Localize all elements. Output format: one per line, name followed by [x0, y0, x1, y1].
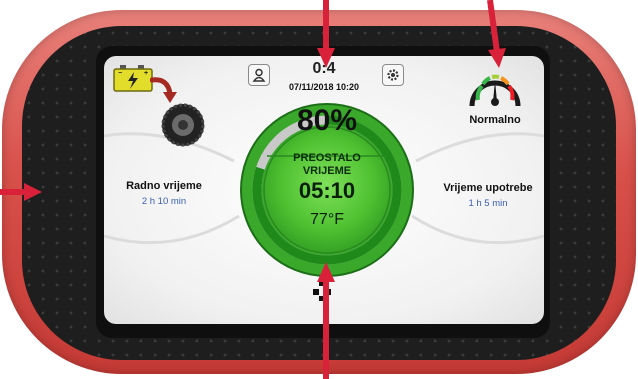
- battery-percent: 80%: [296, 104, 358, 137]
- remaining-time: 05:10: [298, 178, 356, 203]
- temperature-value: 77°F: [310, 211, 344, 228]
- callout-arrow-left: [0, 183, 42, 201]
- callout-arrow-clock: [317, 0, 335, 68]
- callout-arrow-bottom: [317, 262, 335, 379]
- speedometer-icon: [469, 74, 521, 107]
- usage-time-label: Vrijeme upotrebe: [443, 182, 533, 194]
- user-button[interactable]: [248, 64, 270, 86]
- speed-status: Normalno: [469, 114, 521, 126]
- tire-icon: [161, 103, 205, 147]
- usage-time-value: 1 h 5 min: [468, 198, 508, 209]
- date-time: 07/11/2018 10:20: [288, 82, 360, 92]
- callout-arrow-speed: [487, 0, 506, 68]
- working-time-value: 2 h 10 min: [141, 196, 187, 207]
- working-time-label: Radno vrijeme: [126, 180, 202, 192]
- svg-text:−: −: [118, 70, 122, 77]
- remaining-label: PREOSTALO VRIJEME: [293, 152, 361, 177]
- settings-button[interactable]: [382, 64, 404, 86]
- gear-icon: [387, 69, 399, 81]
- svg-text:+: +: [144, 70, 148, 77]
- user-icon: [252, 68, 266, 82]
